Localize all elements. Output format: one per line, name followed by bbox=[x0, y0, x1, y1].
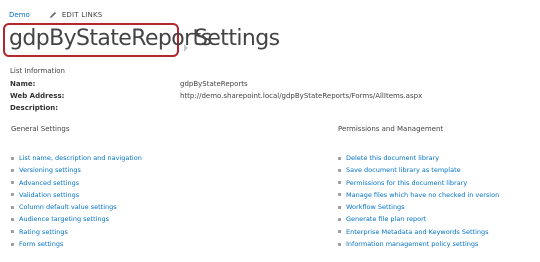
link-label: Rating settings bbox=[19, 227, 68, 236]
manage-unchecked-files-link[interactable]: Manage files which have no checked in ve… bbox=[338, 191, 499, 203]
page-title: Settings bbox=[194, 26, 280, 51]
rating-settings-link[interactable]: Rating settings bbox=[11, 228, 142, 240]
link-label: Audience targeting settings bbox=[19, 215, 110, 224]
bullet-icon bbox=[338, 205, 341, 209]
bullet-icon bbox=[11, 217, 14, 221]
bullet-icon bbox=[338, 181, 341, 185]
library-permissions-link[interactable]: Permissions for this document library bbox=[338, 179, 499, 191]
bullet-icon bbox=[338, 193, 341, 197]
web-address-value: http://demo.sharepoint.local/gdpByStateR… bbox=[180, 92, 423, 100]
info-row-web-address: Web Address: http://demo.sharepoint.loca… bbox=[10, 92, 422, 100]
link-label: List name, description and navigation bbox=[19, 154, 142, 162]
bullet-icon bbox=[338, 230, 341, 234]
information-management-policy-link[interactable]: Information management policy settings bbox=[338, 240, 499, 252]
generate-file-plan-report-link[interactable]: Generate file plan report bbox=[338, 215, 499, 227]
list-information-heading: List Information bbox=[10, 67, 65, 75]
description-label: Description: bbox=[10, 104, 59, 112]
bullet-icon bbox=[338, 217, 341, 221]
link-label: Generate file plan report bbox=[346, 215, 427, 224]
page-header: gdpByStateReports Settings bbox=[0, 19, 540, 61]
list-name-description-navigation-link[interactable]: List name, description and navigation bbox=[11, 154, 142, 166]
delete-document-library-link[interactable]: Delete this document library bbox=[338, 154, 499, 166]
bullet-icon bbox=[11, 181, 14, 185]
validation-settings-link[interactable]: Validation settings bbox=[11, 191, 142, 203]
versioning-settings-link[interactable]: Versioning settings bbox=[11, 166, 142, 178]
site-title-link[interactable]: gdpByStateReports bbox=[9, 26, 212, 51]
link-label: Delete this document library bbox=[346, 154, 440, 162]
bullet-icon bbox=[338, 242, 341, 246]
link-label: Enterprise Metadata and Keywords Setting… bbox=[346, 227, 489, 236]
link-label: Workflow Settings bbox=[346, 203, 405, 212]
bullet-icon bbox=[11, 193, 14, 197]
top-navigation: Demo EDIT LINKS bbox=[9, 11, 102, 19]
column-default-value-settings-link[interactable]: Column default value settings bbox=[11, 203, 142, 215]
breadcrumb-demo-link[interactable]: Demo bbox=[9, 11, 30, 19]
audience-targeting-settings-link[interactable]: Audience targeting settings bbox=[11, 215, 142, 227]
web-address-label: Web Address: bbox=[10, 92, 65, 100]
bullet-icon bbox=[11, 205, 14, 209]
link-label: Permissions for this document library bbox=[346, 178, 468, 187]
bullet-icon bbox=[11, 242, 14, 246]
edit-links-button[interactable]: EDIT LINKS bbox=[49, 11, 103, 19]
bullet-icon bbox=[338, 156, 341, 160]
link-label: Advanced settings bbox=[19, 178, 80, 187]
link-label: Column default value settings bbox=[19, 203, 117, 212]
permissions-management-list: Delete this document library Save docume… bbox=[338, 154, 499, 252]
bullet-icon bbox=[11, 230, 14, 234]
workflow-settings-link[interactable]: Workflow Settings bbox=[338, 203, 499, 215]
general-settings-list: List name, description and navigation Ve… bbox=[11, 154, 142, 252]
name-label: Name: bbox=[10, 80, 36, 88]
general-settings-heading: General Settings bbox=[11, 125, 70, 133]
edit-links-label: EDIT LINKS bbox=[61, 11, 103, 19]
info-row-name: Name: gdpByStateReports bbox=[10, 80, 248, 88]
info-row-description: Description: bbox=[10, 104, 180, 112]
pencil-icon bbox=[49, 11, 57, 19]
bullet-icon bbox=[11, 168, 14, 172]
permissions-management-heading: Permissions and Management bbox=[338, 125, 444, 133]
advanced-settings-link[interactable]: Advanced settings bbox=[11, 179, 142, 191]
metadata-keywords-settings-link[interactable]: Enterprise Metadata and Keywords Setting… bbox=[338, 228, 499, 240]
name-value: gdpByStateReports bbox=[180, 80, 248, 88]
link-label: Versioning settings bbox=[19, 166, 81, 175]
form-settings-link[interactable]: Form settings bbox=[11, 240, 142, 252]
link-label: Information management policy settings bbox=[346, 240, 479, 249]
breadcrumb-separator-icon bbox=[183, 37, 189, 56]
bullet-icon bbox=[338, 168, 341, 172]
link-label: Validation settings bbox=[19, 190, 80, 199]
link-label: Form settings bbox=[19, 240, 64, 249]
bullet-icon bbox=[11, 156, 14, 160]
link-label: Manage files which have no checked in ve… bbox=[346, 190, 500, 199]
link-label: Save document library as template bbox=[346, 166, 461, 175]
save-as-template-link[interactable]: Save document library as template bbox=[338, 166, 499, 178]
